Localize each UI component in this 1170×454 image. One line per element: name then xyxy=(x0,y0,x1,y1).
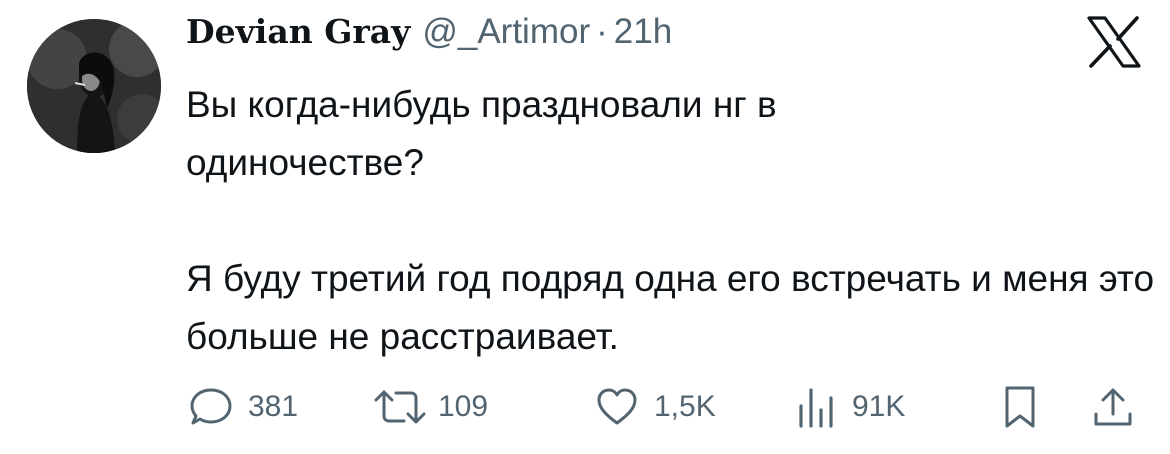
author-display-name[interactable]: Devian Gray xyxy=(186,12,410,51)
avatar[interactable] xyxy=(27,19,161,153)
tweet-actions-bar: 381 109 1,5K 91K xyxy=(186,382,1146,432)
reply-bubble-icon xyxy=(190,388,232,425)
tweet-timestamp[interactable]: 21h xyxy=(614,12,672,52)
views-count: 91K xyxy=(852,390,906,423)
tweet-paragraph-1: Вы когда-нибудь праздновали нг в одиноче… xyxy=(186,84,777,183)
tweet-header: Devian Gray @_Artimor · 21h xyxy=(186,12,672,64)
views-button[interactable]: 91K xyxy=(792,382,905,432)
reply-count: 381 xyxy=(248,390,299,423)
tweet-text: Вы когда-нибудь праздновали нг в одиноче… xyxy=(186,76,1156,366)
bookmark-icon xyxy=(1005,386,1035,428)
tweet-paragraph-2: Я буду третий год подряд одна его встреч… xyxy=(186,258,1155,357)
x-logo-icon xyxy=(1086,16,1142,68)
like-count: 1,5K xyxy=(654,390,716,423)
reply-button[interactable]: 381 xyxy=(188,382,298,432)
avatar-photo xyxy=(27,19,161,153)
share-upload-icon xyxy=(1094,388,1132,426)
like-button[interactable]: 1,5K xyxy=(594,382,716,432)
repost-arrows-icon xyxy=(374,390,426,424)
author-handle[interactable]: @_Artimor xyxy=(422,12,590,52)
bookmark-button[interactable] xyxy=(1000,382,1040,432)
repost-button[interactable]: 109 xyxy=(372,382,488,432)
share-button[interactable] xyxy=(1090,382,1136,432)
bar-chart-icon xyxy=(799,388,833,428)
heart-icon xyxy=(597,388,637,425)
repost-count: 109 xyxy=(438,390,489,423)
separator-dot: · xyxy=(596,12,608,51)
